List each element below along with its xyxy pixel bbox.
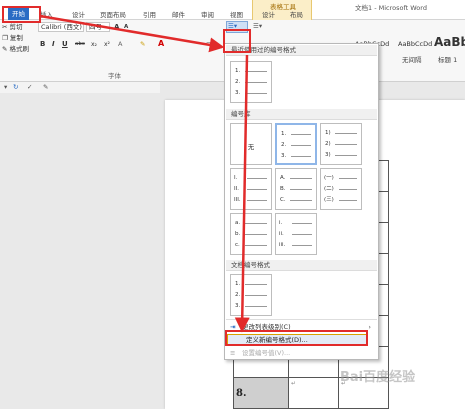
numbering-dropdown: 最近使用过的编号格式 1. 2. 3. 编号库 无 1. 2. 3. 1) 2)… xyxy=(224,43,379,360)
library-tile-2[interactable]: 1) 2) 3) xyxy=(320,123,362,165)
text-effects-icon[interactable]: A xyxy=(118,40,122,49)
title-bar: 表格工具 文档1 - Microsoft Word 开始 插入 设计 页面布局 … xyxy=(0,0,465,20)
table-tools-label: 表格工具 xyxy=(270,3,296,11)
tab-mailings[interactable]: 邮件 xyxy=(172,11,185,20)
style-sample-no-spacing: AaBbCcDd xyxy=(398,40,433,48)
library-tile-4[interactable]: A. B. C. xyxy=(275,168,317,210)
library-tile-none[interactable]: 无 xyxy=(230,123,272,165)
style-sample-heading1: AaBb xyxy=(434,35,465,49)
document-formats-header: 文档编号格式 xyxy=(226,260,377,271)
bold-button[interactable]: B xyxy=(40,40,45,48)
tab-table-design[interactable]: 设计 xyxy=(262,11,275,20)
numbered-list-icon: ☰▾ xyxy=(228,22,238,30)
change-list-level-item[interactable]: ⇥ 更改列表级别(C) › xyxy=(230,322,375,333)
brush-icon[interactable]: ✎ xyxy=(43,83,48,92)
tab-review[interactable]: 审阅 xyxy=(201,11,214,20)
indent-icon: ⇥ xyxy=(230,323,236,331)
library-tile-7[interactable]: i. ii. iii. xyxy=(275,213,317,255)
underline-button[interactable]: U xyxy=(62,40,68,48)
recent-format-tile[interactable]: 1. 2. 3. xyxy=(230,61,272,103)
table-row-number-cell[interactable]: 8. xyxy=(233,377,289,409)
superscript-button[interactable]: x² xyxy=(104,41,110,48)
change-list-level-label: 更改列表级别(C) xyxy=(242,323,291,331)
cut-label: 剪切 xyxy=(9,23,23,31)
style-no-spacing[interactable]: 无间隔 xyxy=(402,54,422,64)
library-header: 编号库 xyxy=(226,109,377,120)
copy-icon: ❐ xyxy=(2,34,8,42)
brush-icon: ✎ xyxy=(2,45,8,53)
check-icon[interactable]: ✓ xyxy=(27,83,32,92)
font-name-select[interactable]: Calibri (西文) xyxy=(38,22,84,32)
redo-icon[interactable]: ↻ xyxy=(13,83,18,92)
quick-access-arrow-icon[interactable]: ▾ xyxy=(4,83,7,92)
library-tile-3[interactable]: I. II. III. xyxy=(230,168,272,210)
style-heading1[interactable]: 标题 1 xyxy=(438,54,457,64)
tab-references[interactable]: 引用 xyxy=(143,11,156,20)
set-numbering-value-label: 设置编号值(V)... xyxy=(242,349,291,357)
cut-button[interactable]: ✂ 剪切 xyxy=(2,23,23,32)
subscript-button[interactable]: x₂ xyxy=(91,41,97,48)
highlight-icon[interactable]: ✎ xyxy=(140,40,145,49)
font-group-label: 字体 xyxy=(108,72,121,80)
tab-home[interactable]: 开始 xyxy=(8,8,29,20)
copy-label: 复制 xyxy=(9,34,23,42)
tab-insert[interactable]: 插入 xyxy=(40,11,53,20)
library-tile-6[interactable]: a. b. c. xyxy=(230,213,272,255)
tab-view[interactable]: 视图 xyxy=(230,11,243,20)
library-tile-1[interactable]: 1. 2. 3. xyxy=(275,123,317,165)
table-tools-group: 表格工具 xyxy=(252,0,312,20)
strikethrough-button[interactable]: abc xyxy=(75,41,85,47)
format-painter-button[interactable]: ✎ 格式刷 xyxy=(2,45,29,54)
define-new-number-format-label: 定义新编号格式(D)... xyxy=(246,336,308,344)
recent-formats-header: 最近使用过的编号格式 xyxy=(226,45,377,56)
copy-button[interactable]: ❐ 复制 xyxy=(2,34,23,43)
grow-font-button[interactable]: A xyxy=(114,23,119,31)
watermark: Bai百度经验 xyxy=(340,370,416,385)
document-format-tile[interactable]: 1. 2. 3. xyxy=(230,274,272,316)
tab-design[interactable]: 设计 xyxy=(72,11,85,20)
format-painter-label: 格式刷 xyxy=(9,45,30,53)
multilevel-list-icon[interactable]: ☰▾ xyxy=(253,22,262,31)
quick-access-toolbar: ▾ ↻ ✓ ✎ xyxy=(0,82,160,93)
font-size-select[interactable]: 四号 xyxy=(86,22,110,32)
window-title: 文档1 - Microsoft Word xyxy=(355,4,427,12)
font-color-icon[interactable]: A xyxy=(158,39,164,48)
scissors-icon: ✂ xyxy=(2,23,8,31)
table-cell[interactable]: ↵ xyxy=(288,377,339,409)
shrink-font-button[interactable]: A xyxy=(124,24,128,30)
tab-page-layout[interactable]: 页面布局 xyxy=(100,11,126,20)
tab-table-layout[interactable]: 布局 xyxy=(290,11,303,20)
define-new-number-format-item[interactable]: 定义新编号格式(D)... xyxy=(227,334,368,346)
set-numbering-value-item[interactable]: ≡ 设置编号值(V)... xyxy=(230,348,375,359)
align-left-icon[interactable]: ≡ xyxy=(206,40,211,49)
library-tile-5[interactable]: (一) (二) (三) xyxy=(320,168,362,210)
numbering-value-icon: ≡ xyxy=(230,349,236,357)
submenu-arrow-icon: › xyxy=(368,323,371,331)
italic-button[interactable]: I xyxy=(52,40,55,48)
